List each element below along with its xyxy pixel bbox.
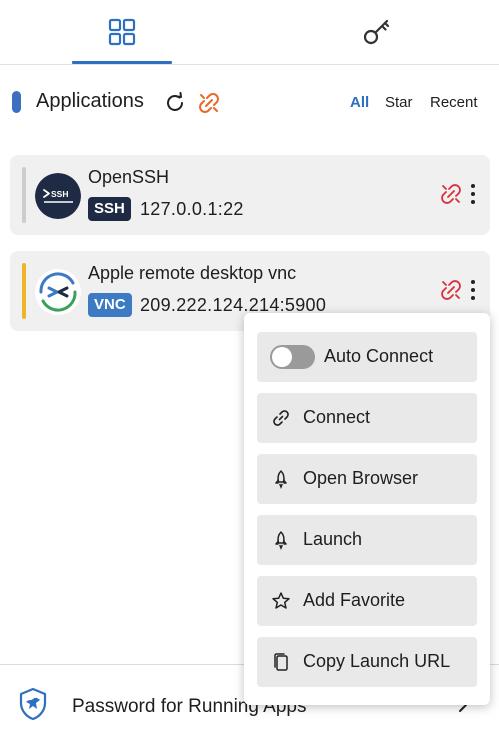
disconnected-link-icon[interactable] bbox=[440, 183, 462, 205]
app-status-bar bbox=[22, 263, 26, 319]
disconnect-all-icon[interactable] bbox=[198, 92, 220, 114]
applications-title: Applications bbox=[36, 90, 144, 112]
rocket-icon bbox=[275, 470, 287, 489]
rocket-icon bbox=[275, 531, 287, 550]
grid-icon bbox=[108, 18, 136, 46]
app-card-openssh[interactable]: SSH OpenSSH SSH 127.0.0.1:22 bbox=[10, 155, 490, 235]
protocol-badge: SSH bbox=[88, 197, 131, 221]
menu-item-label: Add Favorite bbox=[303, 590, 406, 610]
filter-recent[interactable]: Recent bbox=[430, 94, 478, 111]
link-icon bbox=[273, 410, 289, 426]
menu-item-connect[interactable]: Connect bbox=[257, 393, 477, 443]
app-status-bar bbox=[22, 167, 26, 223]
more-options-icon[interactable] bbox=[466, 277, 480, 303]
tab-applications[interactable] bbox=[72, 0, 172, 64]
app-host: 127.0.0.1:22 bbox=[140, 199, 244, 219]
svg-text:SSH: SSH bbox=[51, 189, 68, 199]
top-tab-bar bbox=[0, 0, 499, 65]
auto-connect-toggle[interactable] bbox=[270, 345, 315, 369]
shield-icon bbox=[19, 687, 47, 721]
copy-icon bbox=[274, 653, 288, 671]
remote-desktop-icon bbox=[35, 269, 81, 315]
refresh-icon[interactable] bbox=[164, 92, 186, 114]
menu-item-label: Copy Launch URL bbox=[303, 651, 451, 671]
ssh-terminal-icon: SSH bbox=[35, 173, 81, 219]
app-name: Apple remote desktop vnc bbox=[88, 263, 297, 283]
active-tab-indicator bbox=[72, 61, 172, 64]
key-icon bbox=[363, 19, 390, 45]
menu-item-auto-connect[interactable]: Auto Connect bbox=[257, 332, 477, 382]
menu-item-launch[interactable]: Launch bbox=[257, 515, 477, 565]
filter-all[interactable]: All bbox=[350, 94, 369, 111]
menu-item-label: Open Browser bbox=[303, 468, 419, 488]
protocol-badge: VNC bbox=[88, 293, 132, 317]
menu-item-label: Connect bbox=[303, 407, 371, 427]
app-name: OpenSSH bbox=[88, 167, 170, 187]
menu-item-label: Auto Connect bbox=[324, 346, 434, 366]
menu-item-copy-launch-url[interactable]: Copy Launch URL bbox=[257, 637, 477, 687]
tab-keys[interactable] bbox=[327, 0, 427, 64]
menu-item-open-browser[interactable]: Open Browser bbox=[257, 454, 477, 504]
star-icon bbox=[272, 592, 290, 609]
applications-header: Applications All Star Recent bbox=[12, 86, 487, 120]
toggle-knob bbox=[272, 347, 292, 367]
menu-item-label: Launch bbox=[303, 529, 363, 549]
section-accent bbox=[12, 91, 21, 113]
disconnected-link-icon[interactable] bbox=[440, 279, 462, 301]
filter-star[interactable]: Star bbox=[385, 94, 413, 111]
menu-item-add-favorite[interactable]: Add Favorite bbox=[257, 576, 477, 626]
app-context-menu: Auto Connect Connect Open Browser Launch… bbox=[244, 313, 490, 705]
more-options-icon[interactable] bbox=[466, 181, 480, 207]
